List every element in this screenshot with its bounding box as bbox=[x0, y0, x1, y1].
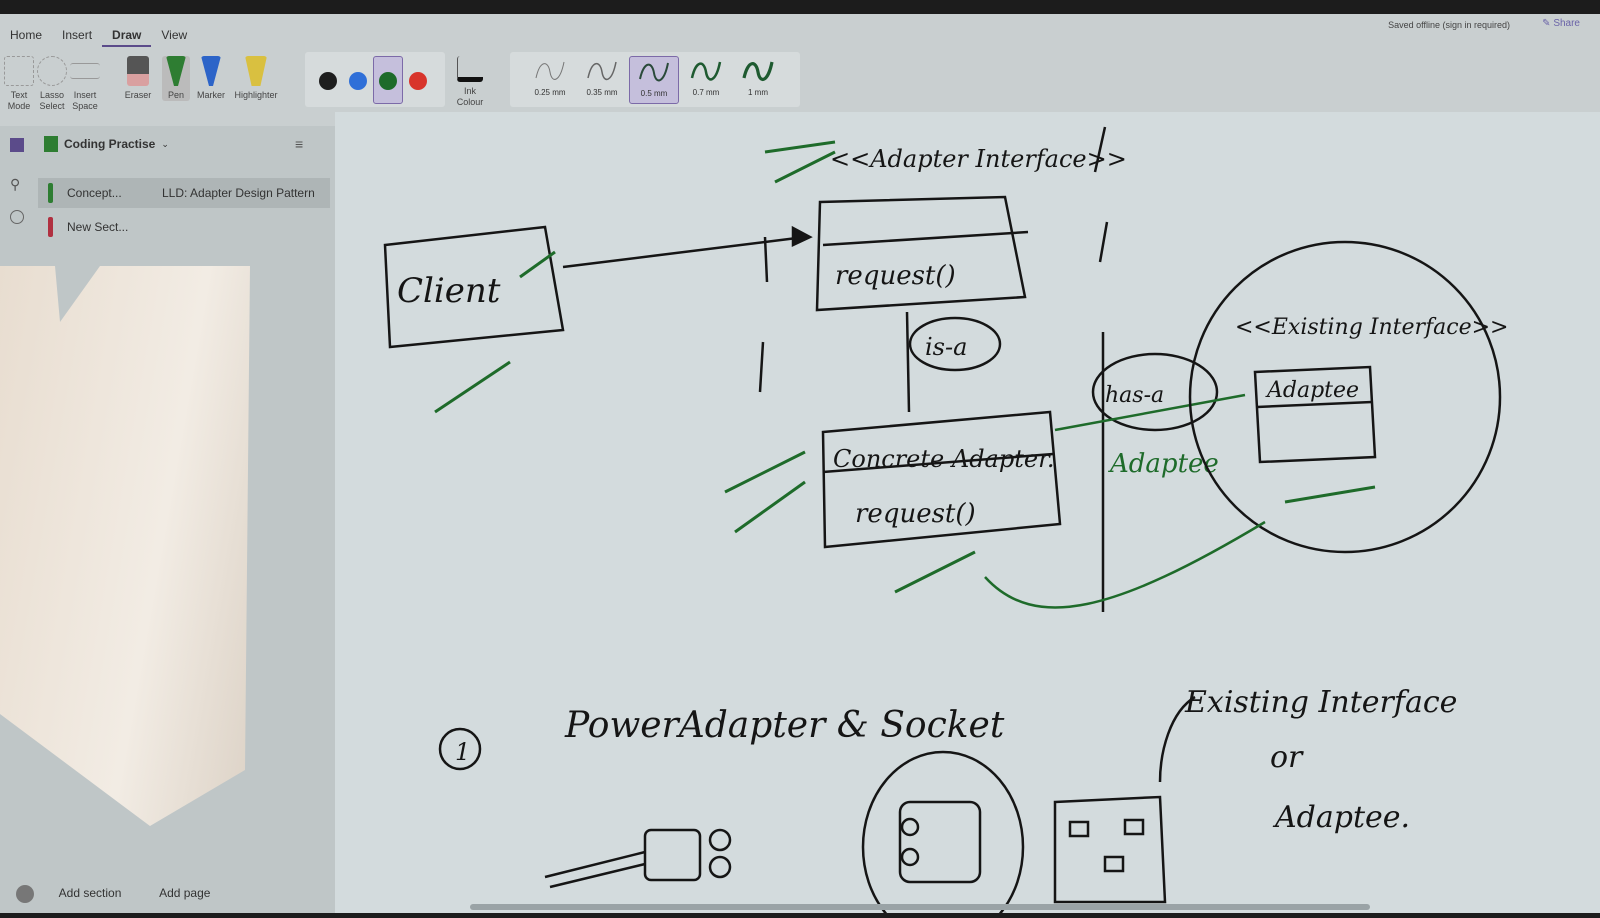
request-text-2: request() bbox=[855, 499, 976, 529]
concrete-adapter-text: Concrete Adapter. bbox=[833, 445, 1055, 473]
pen-width-palette: 0.25 mm 0.35 mm 0.5 mm 0.7 mm 1 mm bbox=[510, 52, 800, 107]
adapter-interface-box: request() bbox=[815, 195, 1029, 312]
recent-icon[interactable] bbox=[10, 210, 24, 224]
page-lld-adapter[interactable]: LLD: Adapter Design Pattern bbox=[162, 186, 315, 200]
sidebar: ⚲ Coding Practise ⌄ ≡ Concept... LLD: Adap… bbox=[0, 126, 335, 913]
ink-colour-label: Ink Colour bbox=[456, 86, 484, 107]
is-a-text: is-a bbox=[925, 333, 967, 361]
section-color-tab bbox=[48, 183, 53, 203]
width-label: 0.5 mm bbox=[640, 89, 668, 98]
is-a-arrow bbox=[905, 311, 911, 413]
association-arrow bbox=[562, 235, 806, 269]
color-green[interactable] bbox=[379, 72, 397, 90]
client-box: Client bbox=[383, 225, 565, 349]
eraser-icon bbox=[127, 56, 149, 86]
highlighter-label: Highlighter bbox=[234, 90, 278, 100]
insert-space-icon bbox=[70, 63, 100, 79]
request-text: request() bbox=[835, 261, 956, 291]
tab-home[interactable]: Home bbox=[0, 28, 52, 47]
highlighter-icon bbox=[245, 56, 267, 86]
add-section-button[interactable]: Add section bbox=[59, 886, 122, 900]
section-new[interactable]: New Sect... bbox=[38, 212, 330, 242]
pen-label: Pen bbox=[167, 90, 184, 100]
text-mode-label: Text Mode bbox=[7, 90, 31, 111]
width-label: 0.7 mm bbox=[692, 88, 720, 97]
ink-colour-icon bbox=[457, 56, 483, 82]
color-palette bbox=[305, 52, 445, 107]
width-0-7[interactable]: 0.7 mm bbox=[681, 56, 731, 104]
color-black[interactable] bbox=[319, 72, 337, 90]
eraser-button[interactable]: Eraser bbox=[118, 56, 158, 101]
width-0-25[interactable]: 0.25 mm bbox=[525, 56, 575, 104]
concrete-adapter-box: Concrete Adapter. request() bbox=[821, 410, 1062, 549]
tab-insert[interactable]: Insert bbox=[52, 28, 102, 47]
width-0-5[interactable]: 0.5 mm bbox=[629, 56, 679, 104]
plug-drawing bbox=[544, 828, 732, 889]
onenote-window: Home Insert Draw View Saved offline (sig… bbox=[0, 14, 1600, 918]
or-text: or bbox=[1270, 740, 1304, 775]
text-mode-button[interactable]: Text Mode bbox=[4, 56, 34, 112]
add-page-button[interactable]: Add page bbox=[159, 886, 210, 900]
width-1[interactable]: 1 mm bbox=[733, 56, 783, 104]
sync-status: Saved offline (sign in required) bbox=[1388, 20, 1510, 30]
search-icon[interactable]: ⚲ bbox=[10, 176, 20, 193]
adapter-drawing bbox=[861, 750, 1025, 918]
sidebar-footer: Add section Add page bbox=[0, 885, 335, 903]
avatar[interactable] bbox=[16, 885, 34, 903]
adapter-interface-text: <<Adapter Interface>> bbox=[830, 145, 1127, 173]
menu-bar: Home Insert Draw View bbox=[0, 28, 197, 47]
existing-interface-text: <<Existing Interface>> bbox=[1235, 315, 1509, 340]
share-label: Share bbox=[1553, 18, 1580, 29]
horizontal-scrollbar[interactable] bbox=[470, 904, 1370, 910]
pen-icon bbox=[166, 56, 186, 86]
chevron-down-icon: ⌄ bbox=[161, 138, 169, 149]
section-concept[interactable]: Concept... LLD: Adapter Design Pattern bbox=[38, 178, 330, 208]
section-color-tab bbox=[48, 217, 53, 237]
marker-label: Marker bbox=[196, 90, 225, 100]
width-label: 1 mm bbox=[748, 88, 768, 97]
adaptee-text-2: Adaptee. bbox=[1272, 800, 1410, 835]
notebook-icon bbox=[44, 136, 58, 152]
socket-drawing bbox=[1053, 795, 1167, 904]
screen-glare bbox=[0, 266, 250, 826]
share-button[interactable]: ✎ Share bbox=[1542, 18, 1580, 29]
adaptee-box-text: Adaptee bbox=[1265, 378, 1359, 403]
highlighter-button[interactable]: Highlighter bbox=[230, 56, 282, 101]
sort-icon[interactable]: ≡ bbox=[295, 136, 303, 152]
tab-view[interactable]: View bbox=[151, 28, 197, 47]
section-label: Concept... bbox=[67, 186, 122, 200]
lasso-icon bbox=[37, 56, 67, 86]
note-canvas[interactable]: Client <<Adapter Interface>> request() i… bbox=[335, 112, 1600, 918]
color-blue[interactable] bbox=[349, 72, 367, 90]
ink-drawing: Client <<Adapter Interface>> request() i… bbox=[383, 126, 1509, 918]
width-label: 0.35 mm bbox=[586, 88, 618, 97]
width-0-35[interactable]: 0.35 mm bbox=[577, 56, 627, 104]
has-a-text: has-a bbox=[1105, 383, 1164, 408]
color-red[interactable] bbox=[409, 72, 427, 90]
insert-space-label: Insert Space bbox=[72, 90, 98, 111]
tab-draw[interactable]: Draw bbox=[102, 28, 152, 47]
text-cursor-icon bbox=[4, 56, 34, 86]
insert-space-button[interactable]: Insert Space bbox=[70, 56, 100, 112]
section-label: New Sect... bbox=[67, 220, 129, 234]
eraser-label: Eraser bbox=[124, 90, 152, 100]
width-label: 0.25 mm bbox=[534, 88, 566, 97]
ink-colour-button[interactable]: Ink Colour bbox=[450, 56, 490, 108]
marker-button[interactable]: Marker bbox=[194, 56, 228, 101]
adaptee-box: Adaptee bbox=[1253, 365, 1377, 464]
green-arrow bbox=[984, 520, 1266, 609]
marker-icon bbox=[201, 56, 221, 86]
notebook-selector[interactable]: Coding Practise ⌄ bbox=[44, 136, 169, 152]
notebooks-icon[interactable] bbox=[10, 138, 24, 152]
power-adapter-text: PowerAdapter & Socket bbox=[564, 705, 1005, 746]
pen-button[interactable]: Pen bbox=[162, 56, 190, 101]
existing-interface-text-2: Existing Interface bbox=[1184, 685, 1457, 720]
client-text: Client bbox=[397, 271, 501, 311]
number-text: 1 bbox=[455, 738, 470, 766]
notebook-name: Coding Practise bbox=[64, 137, 156, 151]
adaptee-green-text: Adaptee bbox=[1108, 449, 1219, 479]
lasso-label: Lasso Select bbox=[39, 90, 65, 111]
lasso-select-button[interactable]: Lasso Select bbox=[36, 56, 68, 112]
